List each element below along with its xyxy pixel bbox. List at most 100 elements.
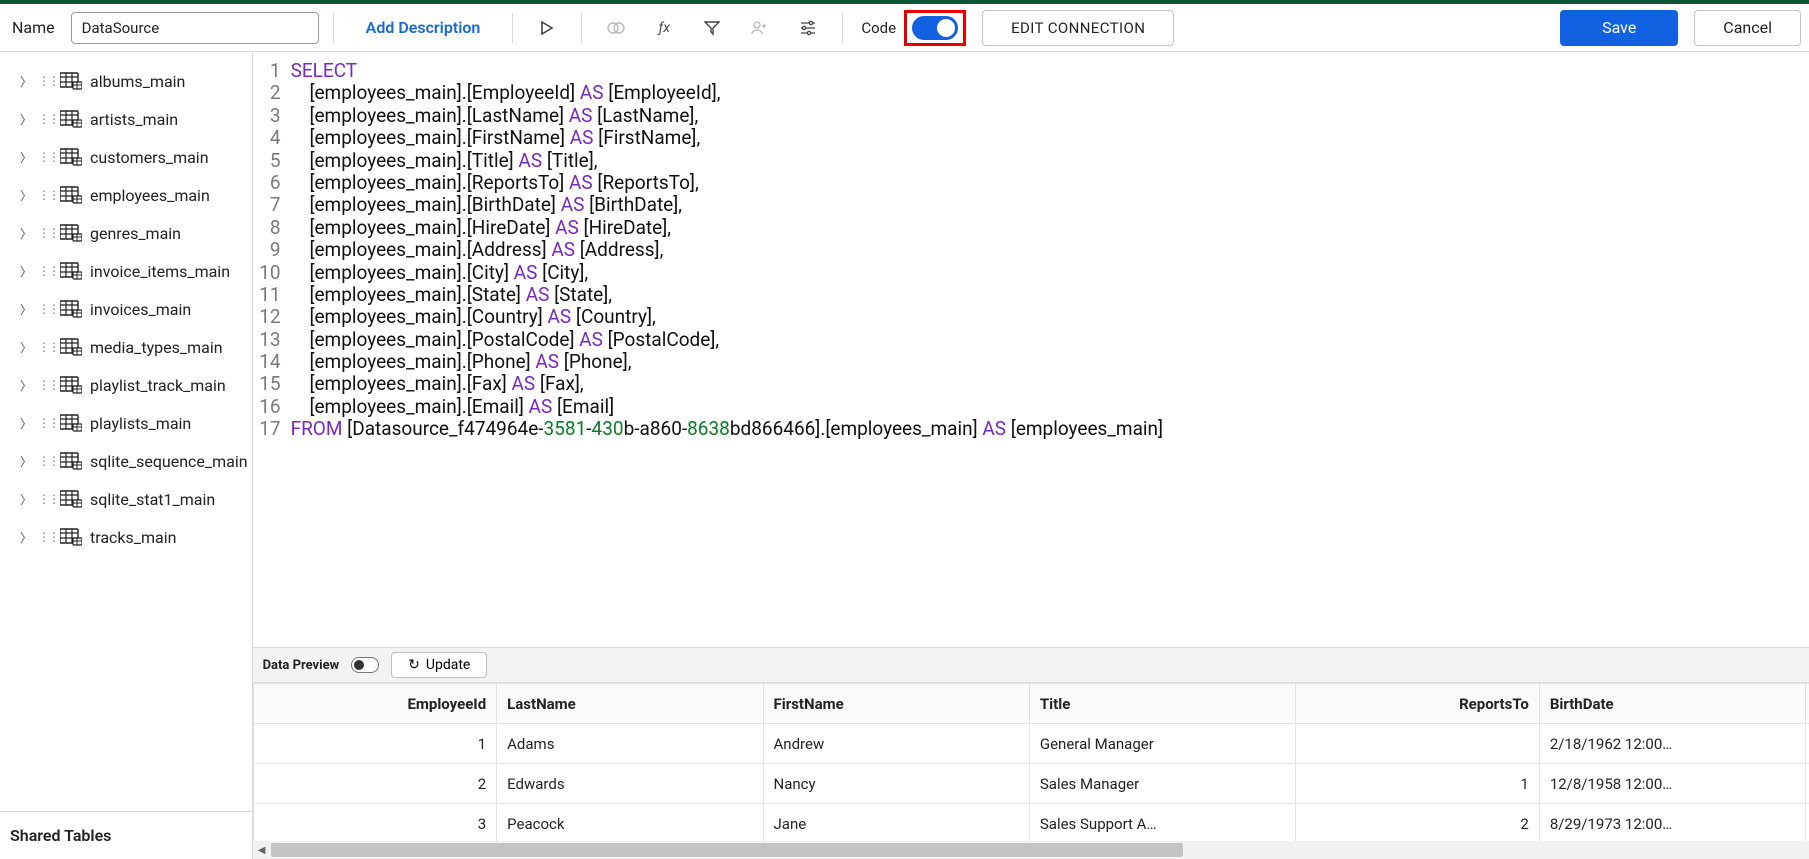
tree-item[interactable]: 〉⋮⋮playlist_track_main xyxy=(4,366,248,404)
cancel-button[interactable]: Cancel xyxy=(1694,10,1801,46)
table-icon xyxy=(60,528,82,546)
separator xyxy=(842,13,843,43)
table-cell: Andrew xyxy=(763,724,1029,764)
tree-item[interactable]: 〉⋮⋮sqlite_sequence_main xyxy=(4,442,248,480)
edit-connection-button[interactable]: EDIT CONNECTION xyxy=(982,10,1174,46)
refresh-icon: ↻ xyxy=(408,657,420,673)
shared-tables-header[interactable]: Shared Tables xyxy=(0,811,252,859)
column-header[interactable]: ReportsTo xyxy=(1296,684,1540,724)
save-button[interactable]: Save xyxy=(1560,10,1678,46)
code-label: Code xyxy=(861,19,896,37)
column-header[interactable]: EmployeeId xyxy=(253,684,497,724)
column-header[interactable]: BirthDate xyxy=(1539,684,1805,724)
table-cell: 1 xyxy=(1296,764,1540,804)
column-header[interactable]: Title xyxy=(1029,684,1295,724)
drag-handle-icon[interactable]: ⋮⋮ xyxy=(38,306,52,312)
chevron-right-icon: 〉 xyxy=(20,339,30,356)
drag-handle-icon[interactable]: ⋮⋮ xyxy=(38,230,52,236)
fx-icon[interactable]: ƒx xyxy=(644,12,684,44)
table-icon xyxy=(60,224,82,242)
tree-item-label: invoices_main xyxy=(90,300,191,319)
tree-item-label: sqlite_sequence_main xyxy=(90,452,248,471)
join-icon[interactable] xyxy=(596,12,636,44)
tree-item-label: artists_main xyxy=(90,110,178,129)
tree-item-label: albums_main xyxy=(90,72,185,91)
content: 1234567891011121314151617 SELECT [employ… xyxy=(253,52,1809,859)
drag-handle-icon[interactable]: ⋮⋮ xyxy=(38,496,52,502)
tree-item[interactable]: 〉⋮⋮customers_main xyxy=(4,138,248,176)
add-description-link[interactable]: Add Description xyxy=(348,18,499,37)
tree-item[interactable]: 〉⋮⋮playlists_main xyxy=(4,404,248,442)
toolbar: Name Add Description ƒx Code EDIT CONNEC… xyxy=(0,0,1809,52)
table-cell: Jane xyxy=(763,804,1029,844)
table-cell: 3 xyxy=(253,804,497,844)
table-cell: 2 xyxy=(1296,804,1540,844)
tree-item-label: customers_main xyxy=(90,148,209,167)
drag-handle-icon[interactable]: ⋮⋮ xyxy=(38,116,52,122)
table-icon xyxy=(60,338,82,356)
chevron-right-icon: 〉 xyxy=(20,187,30,204)
editor-code[interactable]: SELECT [employees_main].[EmployeeId] AS … xyxy=(285,52,1164,647)
table-tree: 〉 ⋮⋮ albums_main 〉 ⋮⋮ artists_main 〉 ⋮⋮ customer… xyxy=(0,52,252,811)
table-cell: Adams xyxy=(497,724,763,764)
sql-editor[interactable]: 1234567891011121314151617 SELECT [employ… xyxy=(253,52,1809,647)
chevron-right-icon: 〉 xyxy=(20,225,30,242)
tree-item[interactable]: 〉⋮⋮genres_main xyxy=(4,214,248,252)
drag-handle-icon[interactable]: ⋮⋮ xyxy=(38,154,52,160)
table-cell: Edwards xyxy=(497,764,763,804)
chevron-right-icon: 〉 xyxy=(20,377,30,394)
chevron-right-icon: 〉 xyxy=(20,529,30,546)
chevron-right-icon: 〉 xyxy=(20,491,30,508)
table-icon xyxy=(60,72,82,90)
tree-item[interactable]: 〉⋮⋮invoice_items_main xyxy=(4,252,248,290)
table-cell: Sales Manager xyxy=(1029,764,1295,804)
drag-handle-icon[interactable]: ⋮⋮ xyxy=(38,382,52,388)
drag-handle-icon[interactable]: ⋮⋮ xyxy=(38,78,52,84)
tree-item[interactable]: 〉⋮⋮albums_main xyxy=(4,62,248,100)
editor-gutter: 1234567891011121314151617 xyxy=(253,52,285,647)
tree-item-label: employees_main xyxy=(90,186,210,205)
tree-item-label: media_types_main xyxy=(90,338,223,357)
table-icon xyxy=(60,148,82,166)
table-row[interactable]: 3PeacockJaneSales Support A…28/29/1973 1… xyxy=(253,804,1809,844)
drag-handle-icon[interactable]: ⋮⋮ xyxy=(38,344,52,350)
user-plus-icon[interactable] xyxy=(740,12,780,44)
data-preview-toggle[interactable] xyxy=(351,657,379,673)
table-cell xyxy=(1296,724,1540,764)
name-input[interactable] xyxy=(71,12,319,44)
run-icon[interactable] xyxy=(527,12,567,44)
drag-handle-icon[interactable]: ⋮⋮ xyxy=(38,420,52,426)
sliders-icon[interactable] xyxy=(788,12,828,44)
tree-item[interactable]: 〉 ⋮⋮ tracks_main xyxy=(4,518,248,556)
tree-item[interactable]: 〉 ⋮⋮ media_types_main xyxy=(4,328,248,366)
drag-handle-icon[interactable]: ⋮⋮ xyxy=(38,458,52,464)
column-header[interactable]: LastName xyxy=(497,684,763,724)
tree-item[interactable]: 〉⋮⋮sqlite_stat1_main xyxy=(4,480,248,518)
table-icon xyxy=(60,110,82,128)
data-grid: EmployeeIdLastNameFirstNameTitleReportsT… xyxy=(253,683,1809,859)
drag-handle-icon[interactable]: ⋮⋮ xyxy=(38,534,52,540)
chevron-right-icon: 〉 xyxy=(20,111,30,128)
drag-handle-icon[interactable]: ⋮⋮ xyxy=(38,268,52,274)
chevron-right-icon: 〉 xyxy=(20,415,30,432)
tree-item[interactable]: 〉 ⋮⋮ employees_main xyxy=(4,176,248,214)
tree-item-label: tracks_main xyxy=(90,528,176,547)
column-header[interactable]: FirstName xyxy=(763,684,1029,724)
filter-icon[interactable] xyxy=(692,12,732,44)
table-row[interactable]: 1AdamsAndrewGeneral Manager 2/18/1962 12:… xyxy=(253,724,1809,764)
table-cell: 12/8/1958 12:00… xyxy=(1539,764,1805,804)
table-cell: 1 xyxy=(253,724,497,764)
table-icon xyxy=(60,452,82,470)
tree-item[interactable]: 〉 ⋮⋮ invoices_main xyxy=(4,290,248,328)
table-icon xyxy=(60,414,82,432)
grid-horizontal-scrollbar[interactable]: ◀▶ xyxy=(253,841,1809,859)
table-row[interactable]: 2EdwardsNancySales Manager112/8/1958 12:… xyxy=(253,764,1809,804)
tree-item[interactable]: 〉 ⋮⋮ artists_main xyxy=(4,100,248,138)
chevron-right-icon: 〉 xyxy=(20,301,30,318)
table-cell: 2/18/1962 12:00… xyxy=(1539,724,1805,764)
update-button[interactable]: ↻ Update xyxy=(391,652,487,678)
drag-handle-icon[interactable]: ⋮⋮ xyxy=(38,192,52,198)
table-cell: General Manager xyxy=(1029,724,1295,764)
code-toggle[interactable] xyxy=(912,16,958,40)
table-cell: 2 xyxy=(253,764,497,804)
